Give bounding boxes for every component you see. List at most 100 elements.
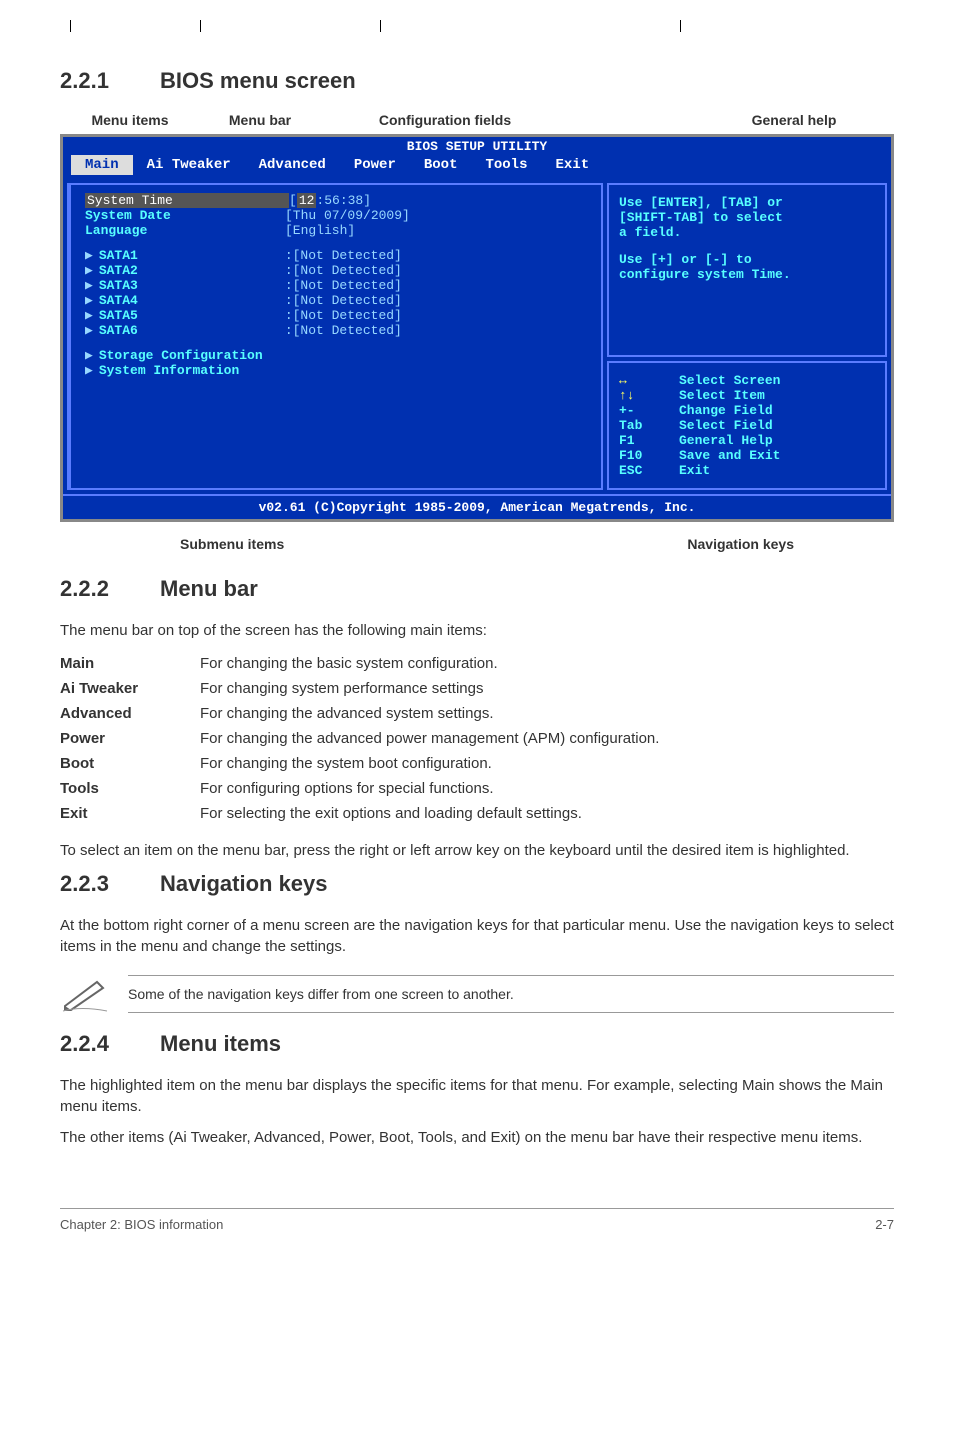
desc: For changing the advanced system setting…	[200, 701, 659, 726]
desc: For configuring options for special func…	[200, 776, 659, 801]
sect-title: Menu items	[160, 1031, 281, 1056]
nav-desc: Select Field	[679, 418, 773, 433]
sect-num: 2.2.4	[60, 1031, 160, 1057]
table-row: BootFor changing the system boot configu…	[60, 751, 659, 776]
help-l4: Use [+] or [-] to	[619, 252, 875, 267]
desc: For selecting the exit options and loadi…	[200, 801, 659, 826]
term: Exit	[60, 801, 200, 826]
sect-num: 2.2.3	[60, 871, 160, 897]
desc: For changing the advanced power manageme…	[200, 726, 659, 751]
system-info[interactable]: System Information	[99, 363, 239, 378]
page-footer: Chapter 2: BIOS information 2-7	[60, 1208, 894, 1232]
note-text: Some of the navigation keys differ from …	[128, 975, 894, 1013]
sata4-val: :[Not Detected]	[285, 293, 402, 308]
help-l3: a field.	[619, 225, 875, 240]
label-navkeys: Navigation keys	[687, 536, 794, 552]
triangle-icon: ▶	[85, 323, 93, 338]
sata1-val: :[Not Detected]	[285, 248, 402, 263]
menuitems-p1: The highlighted item on the menu bar dis…	[60, 1075, 894, 1117]
term: Tools	[60, 776, 200, 801]
table-row: AdvancedFor changing the advanced system…	[60, 701, 659, 726]
sata5[interactable]: SATA5	[99, 308, 285, 323]
note-block: Some of the navigation keys differ from …	[60, 975, 894, 1013]
nav-key: ↔	[619, 373, 679, 388]
nav-key: Tab	[619, 418, 679, 433]
help-l2: [SHIFT-TAB] to select	[619, 210, 875, 225]
triangle-icon: ▶	[85, 363, 93, 378]
navkeys-para: At the bottom right corner of a menu scr…	[60, 915, 894, 957]
bios-left-panel: System Time[12:56:38] System Date[Thu 07…	[67, 183, 603, 490]
pencil-icon	[60, 976, 112, 1012]
triangle-icon: ▶	[85, 263, 93, 278]
label-menubar: Menu bar	[229, 112, 291, 128]
footer-left: Chapter 2: BIOS information	[60, 1217, 223, 1232]
nav-desc: Change Field	[679, 403, 773, 418]
nav-desc: Exit	[679, 463, 710, 478]
tab-advanced[interactable]: Advanced	[245, 155, 340, 175]
sect-title: BIOS menu screen	[160, 68, 356, 93]
label-submenu: Submenu items	[180, 536, 284, 552]
storage-config[interactable]: Storage Configuration	[99, 348, 263, 363]
bottom-labels: Submenu items Navigation keys	[100, 536, 854, 552]
nav-key: F1	[619, 433, 679, 448]
section-heading-223: 2.2.3Navigation keys	[60, 871, 894, 897]
bios-copyright: v02.61 (C)Copyright 1985-2009, American …	[63, 494, 891, 519]
term: Main	[60, 651, 200, 676]
tab-main[interactable]: Main	[71, 155, 133, 175]
triangle-icon: ▶	[85, 278, 93, 293]
sysdate-label[interactable]: System Date	[85, 208, 285, 223]
tab-power[interactable]: Power	[340, 155, 410, 175]
desc: For changing system performance settings	[200, 676, 659, 701]
table-row: Ai TweakerFor changing system performanc…	[60, 676, 659, 701]
triangle-icon: ▶	[85, 248, 93, 263]
tab-tools[interactable]: Tools	[471, 155, 541, 175]
table-row: ToolsFor configuring options for special…	[60, 776, 659, 801]
table-row: MainFor changing the basic system config…	[60, 651, 659, 676]
sata3[interactable]: SATA3	[99, 278, 285, 293]
footer-right: 2-7	[875, 1217, 894, 1232]
systime-label[interactable]: System Time	[85, 193, 289, 208]
help-l1: Use [ENTER], [TAB] or	[619, 195, 875, 210]
section-heading-224: 2.2.4Menu items	[60, 1031, 894, 1057]
triangle-icon: ▶	[85, 308, 93, 323]
sect-num: 2.2.1	[60, 68, 160, 94]
nav-desc: General Help	[679, 433, 773, 448]
lang-val[interactable]: [English]	[285, 223, 355, 238]
nav-key: +-	[619, 403, 679, 418]
sysdate-val[interactable]: [Thu 07/09/2009]	[285, 208, 410, 223]
bios-window: BIOS SETUP UTILITY Main Ai Tweaker Advan…	[60, 134, 894, 522]
lang-label[interactable]: Language	[85, 223, 285, 238]
table-row: ExitFor selecting the exit options and l…	[60, 801, 659, 826]
term: Advanced	[60, 701, 200, 726]
tab-exit[interactable]: Exit	[541, 155, 603, 175]
menubar-intro: The menu bar on top of the screen has th…	[60, 620, 894, 641]
menubar-table: MainFor changing the basic system config…	[60, 651, 659, 826]
bios-title: BIOS SETUP UTILITY	[401, 137, 553, 156]
sect-num: 2.2.2	[60, 576, 160, 602]
tab-boot[interactable]: Boot	[410, 155, 472, 175]
systime-val[interactable]: [12:56:38]	[289, 193, 371, 208]
term: Boot	[60, 751, 200, 776]
section-heading-221: 2.2.1BIOS menu screen	[60, 68, 894, 94]
nav-desc: Select Screen	[679, 373, 780, 388]
menubar-outro: To select an item on the menu bar, press…	[60, 840, 894, 861]
nav-desc: Select Item	[679, 388, 765, 403]
desc: For changing the system boot configurati…	[200, 751, 659, 776]
tab-aitweaker[interactable]: Ai Tweaker	[133, 155, 245, 175]
sata1[interactable]: SATA1	[99, 248, 285, 263]
sata2[interactable]: SATA2	[99, 263, 285, 278]
term: Ai Tweaker	[60, 676, 200, 701]
label-config: Configuration fields	[379, 112, 511, 128]
help-l5: configure system Time.	[619, 267, 875, 282]
sata3-val: :[Not Detected]	[285, 278, 402, 293]
triangle-icon: ▶	[85, 348, 93, 363]
nav-key: ESC	[619, 463, 679, 478]
sata4[interactable]: SATA4	[99, 293, 285, 308]
nav-desc: Save and Exit	[679, 448, 780, 463]
sata6[interactable]: SATA6	[99, 323, 285, 338]
sata5-val: :[Not Detected]	[285, 308, 402, 323]
triangle-icon: ▶	[85, 293, 93, 308]
label-help: General help	[752, 112, 837, 128]
sect-title: Menu bar	[160, 576, 258, 601]
sata6-val: :[Not Detected]	[285, 323, 402, 338]
